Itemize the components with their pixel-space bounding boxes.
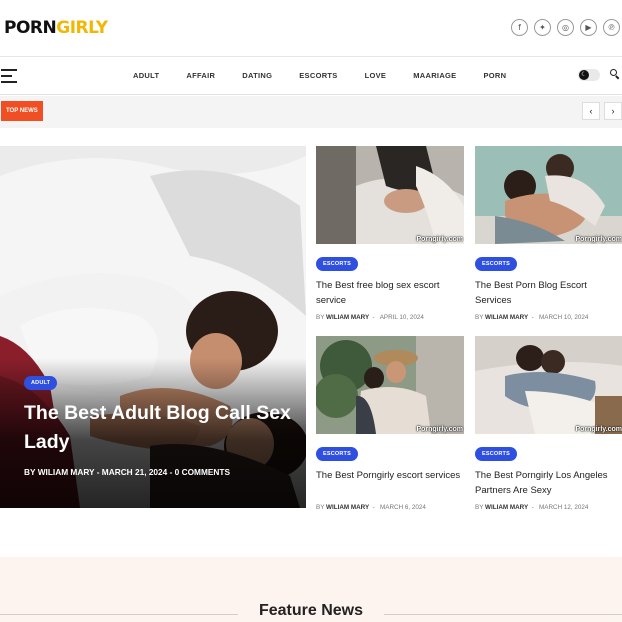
moon-icon: ☾ <box>579 70 589 80</box>
social-links: f ✦ ◎ ▶ ℗ <box>511 19 620 36</box>
post-thumbnail[interactable]: Porngirly.com <box>475 336 622 434</box>
nav-menu: ADULT AFFAIR DATING ESCORTS LOVE MAARIAG… <box>133 71 533 80</box>
site-header: PORNGIRLY f ✦ ◎ ▶ ℗ <box>0 0 622 57</box>
post-category-badge[interactable]: ESCORTS <box>316 447 358 461</box>
top-news-label: TOP NEWS <box>1 101 43 121</box>
post-date: MARCH 6, 2024 <box>380 504 426 511</box>
post-by: BY <box>316 314 325 321</box>
post-date: APRIL 10, 2024 <box>379 314 424 321</box>
post-meta: BY WILIAM MARY - MARCH 6, 2024 <box>316 504 426 511</box>
post-author[interactable]: WILIAM MARY <box>485 314 528 321</box>
thumbnail-watermark: Porngirly.com <box>416 426 463 433</box>
logo-part-porn: PORN <box>4 18 57 38</box>
post-by: BY <box>316 504 325 511</box>
thumbnail-watermark: Porngirly.com <box>575 426 622 433</box>
post-title[interactable]: The Best Porn Blog Escort Services <box>475 278 622 308</box>
hero-comments[interactable]: 0 COMMENTS <box>175 467 230 477</box>
feature-news-section: Feature News <box>0 557 622 622</box>
main-nav: ADULT AFFAIR DATING ESCORTS LOVE MAARIAG… <box>0 57 622 95</box>
hero-post[interactable]: ADULT The Best Adult Blog Call Sex Lady … <box>0 146 306 508</box>
thumbnail-watermark: Porngirly.com <box>416 236 463 243</box>
post-date: MARCH 12, 2024 <box>539 504 589 511</box>
post-meta: BY WILIAM MARY - APRIL 10, 2024 <box>316 314 424 321</box>
nav-item-escorts[interactable]: ESCORTS <box>299 71 337 80</box>
next-arrow-button[interactable]: › <box>604 102 622 120</box>
nav-item-affair[interactable]: AFFAIR <box>186 71 215 80</box>
pinterest-icon[interactable]: ℗ <box>603 19 620 36</box>
hero-category-badge[interactable]: ADULT <box>24 376 58 390</box>
post-card: Porngirly.com ESCORTS The Best Porngirly… <box>475 336 622 516</box>
thumbnail-watermark: Porngirly.com <box>575 236 622 243</box>
logo-part-girly: GIRLY <box>56 18 108 38</box>
nav-item-adult[interactable]: ADULT <box>133 71 159 80</box>
hero-title[interactable]: The Best Adult Blog Call Sex Lady <box>24 399 299 457</box>
hero-author[interactable]: WILIAM MARY <box>38 467 95 477</box>
post-title[interactable]: The Best Porngirly Los Angeles Partners … <box>475 468 622 498</box>
prev-arrow-button[interactable]: ‹ <box>582 102 600 120</box>
twitter-icon[interactable]: ✦ <box>534 19 551 36</box>
hero-meta: BY WILIAM MARY - MARCH 21, 2024 - 0 COMM… <box>24 467 230 477</box>
youtube-icon[interactable]: ▶ <box>580 19 597 36</box>
nav-item-maariage[interactable]: MAARIAGE <box>413 71 456 80</box>
hamburger-menu-icon[interactable] <box>1 69 17 83</box>
post-thumbnail[interactable]: Porngirly.com <box>475 146 622 244</box>
post-date: MARCH 10, 2024 <box>539 314 589 321</box>
post-card: Porngirly.com ESCORTS The Best free blog… <box>316 146 464 326</box>
post-meta: BY WILIAM MARY - MARCH 12, 2024 <box>475 504 589 511</box>
dark-mode-toggle[interactable]: ☾ <box>578 69 600 81</box>
post-category-badge[interactable]: ESCORTS <box>316 257 358 271</box>
post-card: Porngirly.com ESCORTS The Best Porngirly… <box>316 336 464 516</box>
post-card: Porngirly.com ESCORTS The Best Porn Blog… <box>475 146 622 326</box>
hero-date: MARCH 21, 2024 <box>101 467 168 477</box>
feature-news-title: Feature News <box>258 602 364 619</box>
post-thumbnail[interactable]: Porngirly.com <box>316 146 464 244</box>
nav-item-porn[interactable]: PORN <box>483 71 506 80</box>
instagram-icon[interactable]: ◎ <box>557 19 574 36</box>
nav-item-dating[interactable]: DATING <box>242 71 272 80</box>
post-author[interactable]: WILIAM MARY <box>326 314 369 321</box>
search-icon[interactable] <box>610 69 620 80</box>
post-category-badge[interactable]: ESCORTS <box>475 447 517 461</box>
post-author[interactable]: WILIAM MARY <box>326 504 369 511</box>
post-by: BY <box>475 314 484 321</box>
nav-item-love[interactable]: LOVE <box>365 71 387 80</box>
hero-by: BY <box>24 467 36 477</box>
post-by: BY <box>475 504 484 511</box>
site-logo[interactable]: PORNGIRLY <box>4 18 108 38</box>
post-meta: BY WILIAM MARY - MARCH 10, 2024 <box>475 314 589 321</box>
post-title[interactable]: The Best Porngirly escort services <box>316 468 464 483</box>
facebook-icon[interactable]: f <box>511 19 528 36</box>
post-category-badge[interactable]: ESCORTS <box>475 257 517 271</box>
post-title[interactable]: The Best free blog sex escort service <box>316 278 464 308</box>
post-author[interactable]: WILIAM MARY <box>485 504 528 511</box>
post-thumbnail[interactable]: Porngirly.com <box>316 336 464 434</box>
top-news-bar: TOP NEWS ‹ › <box>0 96 622 128</box>
